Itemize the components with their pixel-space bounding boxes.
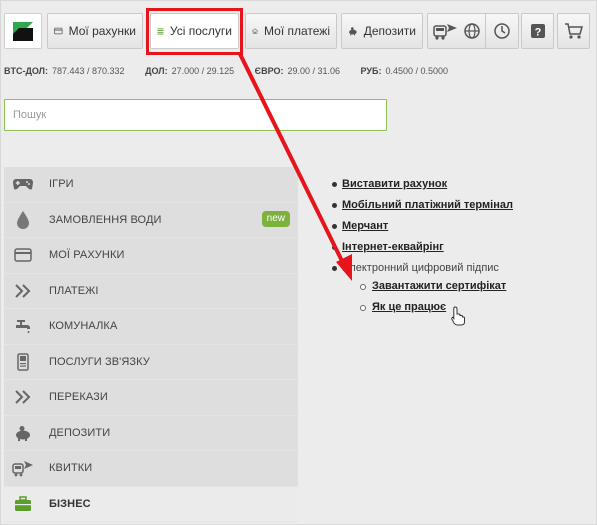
transport-globe-icon <box>433 23 480 40</box>
menu-item-water-order[interactable]: ЗАМОВЛЕННЯ ВОДИ new <box>4 202 298 238</box>
link-mobile-terminal[interactable]: Мобільний платіжний термінал <box>342 199 513 211</box>
business-services: Виставити рахунок Мобільний платіжний те… <box>332 176 592 320</box>
link-internet-acquiring[interactable]: Інтернет-еквайрінг <box>342 241 444 253</box>
list-item: Інтернет-еквайрінг <box>332 239 592 260</box>
help-button[interactable]: ? <box>521 13 554 49</box>
new-badge: new <box>261 210 290 227</box>
tab-deposits[interactable]: Депозити <box>341 13 423 49</box>
cart-button[interactable] <box>557 13 590 49</box>
question-icon: ? <box>530 24 545 39</box>
list-item: Як це працює <box>359 299 592 320</box>
card-icon <box>54 27 63 35</box>
double-chevron-icon <box>15 284 31 298</box>
menu-item-utilities[interactable]: КОМУНАЛКА <box>4 309 298 345</box>
menu-item-label: КВИТКИ <box>49 462 93 475</box>
link-download-certificate[interactable]: Завантажити сертифікат <box>372 280 506 292</box>
tab-my-payments[interactable]: Мої платежі <box>245 13 337 49</box>
rate-label: ЄВРО: <box>254 66 284 76</box>
rate-value: 27.000 / 29.125 <box>171 66 235 76</box>
mouse-cursor-icon <box>451 306 465 326</box>
rate-label: РУБ: <box>360 66 382 76</box>
menu-item-my-accounts[interactable]: МОЇ РАХУНКИ <box>4 238 298 274</box>
menu-item-transfers[interactable]: ПЕРЕКАЗИ <box>4 380 298 416</box>
card-icon <box>14 248 32 262</box>
menu-item-payments[interactable]: ПЛАТЕЖІ <box>4 273 298 309</box>
menu-item-label: БІЗНЕС <box>49 497 91 510</box>
tab-label: Депозити <box>363 24 416 38</box>
menu-item-label: МОЇ РАХУНКИ <box>49 249 125 262</box>
svg-text:?: ? <box>534 27 541 39</box>
menu-item-games[interactable]: ІГРИ <box>4 167 298 203</box>
briefcase-icon <box>15 496 31 511</box>
rate-value: 787.443 / 870.332 <box>52 66 125 76</box>
link-how-it-works[interactable]: Як це працює <box>372 301 446 313</box>
menu-item-label: ПЕРЕКАЗИ <box>49 391 108 404</box>
phone-icon <box>17 353 29 371</box>
rate-value: 29.00 / 31.06 <box>287 66 341 76</box>
menu-item-tickets[interactable]: КВИТКИ <box>4 451 298 487</box>
tab-label: Мої рахунки <box>68 24 136 38</box>
list-item: Мерчант <box>332 218 592 239</box>
clock-icon <box>494 23 510 39</box>
water-drop-icon <box>17 210 29 229</box>
menu-item-label: ДЕПОЗИТИ <box>49 426 111 439</box>
tab-label: Усі послуги <box>169 24 232 38</box>
menu-item-telecom[interactable]: ПОСЛУГИ ЗВ'ЯЗКУ <box>4 344 298 380</box>
logo-icon <box>13 22 33 41</box>
menu-item-business[interactable]: БІЗНЕС <box>4 486 298 522</box>
list-item: Виставити рахунок <box>332 176 592 197</box>
bank-logo[interactable] <box>4 13 42 49</box>
cart-icon <box>564 23 583 39</box>
piggy-bank-icon <box>16 425 30 441</box>
menu-item-deposits[interactable]: ДЕПОЗИТИ <box>4 415 298 451</box>
top-navigation: Мої рахунки Усі послуги Мої платежі Депо… <box>0 0 597 60</box>
signature-sublinks: Завантажити сертифікат Як це працює <box>342 278 592 320</box>
digital-signature-label: Електронний цифровий підпис <box>342 262 499 274</box>
house-icon <box>252 28 259 34</box>
menu-item-label: ПОСЛУГИ ЗВ'ЯЗКУ <box>49 355 150 368</box>
rate-value: 0.4500 / 0.5000 <box>385 66 449 76</box>
menu-item-label: ЗАМОВЛЕННЯ ВОДИ <box>49 213 162 226</box>
double-chevron-icon <box>15 390 31 404</box>
search-input[interactable] <box>4 99 387 131</box>
rate-label: ДОЛ: <box>145 66 168 76</box>
piggy-bank-icon <box>349 27 357 36</box>
link-merchant[interactable]: Мерчант <box>342 220 388 232</box>
list-item: Мобільний платіжний термінал <box>332 197 592 218</box>
faucet-icon <box>16 320 30 334</box>
list-item: Завантажити сертифікат <box>359 278 592 299</box>
tab-my-accounts[interactable]: Мої рахунки <box>47 13 143 49</box>
exchange-rates: BTC-ДОЛ: 787.443 / 870.332 ДОЛ: 27.000 / 2… <box>4 66 466 78</box>
tab-tickets[interactable] <box>427 13 489 49</box>
link-issue-invoice[interactable]: Виставити рахунок <box>342 178 447 190</box>
tab-label: Мої платежі <box>264 24 330 38</box>
menu-item-label: ІГРИ <box>49 178 74 191</box>
tab-all-services[interactable]: Усі послуги <box>150 13 239 49</box>
menu-item-label: ПЛАТЕЖІ <box>49 284 99 297</box>
service-links: Виставити рахунок Мобільний платіжний те… <box>332 176 592 320</box>
rate-label: BTC-ДОЛ: <box>4 66 48 76</box>
list-icon <box>157 28 164 35</box>
services-menu: ІГРИ ЗАМОВЛЕННЯ ВОДИ new МОЇ РАХУНКИ ПЛА… <box>4 167 298 522</box>
gamepad-icon <box>13 179 33 190</box>
history-button[interactable] <box>485 13 519 49</box>
menu-item-label: КОМУНАЛКА <box>49 320 118 333</box>
transport-icon <box>12 461 33 477</box>
